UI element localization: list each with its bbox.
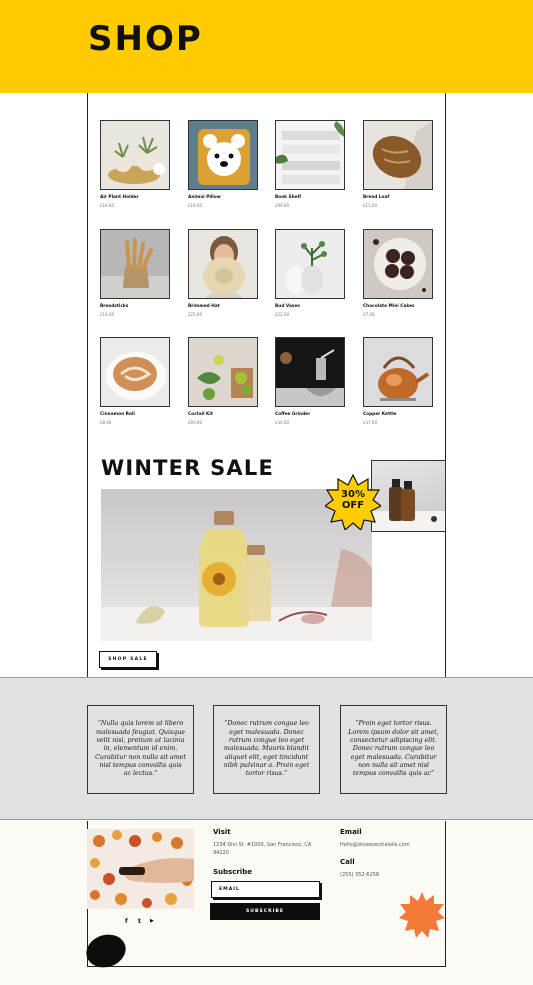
product-image-animal-pillow[interactable] [188,120,258,190]
black-blob-decoration [86,934,126,968]
product-image-cinnamon-roll[interactable] [100,337,170,407]
product-price: £30.00 [275,420,289,426]
twitter-icon[interactable]: t [138,919,141,925]
product-name[interactable]: Bread Loaf [363,195,433,200]
footer-image [87,829,194,909]
subscribe-heading: Subscribe [213,868,252,876]
product-price: £22.00 [275,312,289,318]
product-card[interactable]: Cinnamon Roll £8.00 [100,337,170,425]
product-name[interactable]: Breadsticks [100,304,170,309]
product-price: £25.00 [188,312,202,318]
product-image-coctail-kit[interactable] [188,337,258,407]
sale-side-image [371,460,446,532]
facebook-icon[interactable]: f [125,919,128,925]
product-price: £37.00 [363,420,377,426]
badge-percent: 30% [341,489,365,500]
product-image-chocolate-mini-cakes[interactable] [363,229,433,299]
header-banner [0,0,533,93]
product-price: £99.00 [275,203,289,209]
product-image-air-plant-holder[interactable] [100,120,170,190]
product-name[interactable]: Cinnamon Roll [100,412,170,417]
discount-badge: 30% OFF [323,473,383,532]
product-card[interactable]: Air Plant Holder £16.00 [100,120,170,208]
testimonial-quote: “Donec rutrum congue leo eget malesuada.… [223,720,310,778]
testimonials-section: “Nulla quis lorem ut libero malesuada fe… [0,677,533,820]
testimonial-quote: “Nulla quis lorem ut libero malesuada fe… [95,720,186,778]
product-card[interactable]: Coctail Kit £60.00 [188,337,258,425]
product-name[interactable]: Book Shelf [275,195,345,200]
email-field[interactable]: EMAIL [211,881,320,898]
product-image-bud-vases[interactable] [275,229,345,299]
visit-address: 1234 Divi St. #1000, San Francisco, CA 9… [213,842,312,856]
subscribe-button[interactable]: SUBSCRIBE [210,903,320,920]
product-price: £7.00 [363,312,375,318]
shop-sale-button[interactable]: SHOP SALE [99,651,157,668]
youtube-icon[interactable]: ▶ [150,919,154,924]
product-card[interactable]: Coffee Grinder £30.00 [275,337,345,425]
visit-heading: Visit [213,828,231,836]
product-card[interactable]: Book Shelf £99.00 [275,120,345,208]
testimonial-card: “Proin eget tortor risus. Lorem ipsum do… [340,705,447,794]
product-image-brimmed-hat[interactable] [188,229,258,299]
product-image-copper-kettle[interactable] [363,337,433,407]
product-card[interactable]: Bread Loaf £12.00 [363,120,433,208]
product-name[interactable]: Bud Vases [275,304,345,309]
badge-off: OFF [341,499,365,511]
product-name[interactable]: Animal Pillow [188,195,258,200]
product-name[interactable]: Copper Kettle [363,412,433,417]
product-price: £14.00 [100,312,114,318]
product-price: £60.00 [188,420,202,426]
testimonial-card: “Nulla quis lorem ut libero malesuada fe… [87,705,194,794]
testimonial-quote: “Proin eget tortor risus. Lorem ipsum do… [348,720,439,778]
testimonial-card: “Donec rutrum congue leo eget malesuada.… [213,705,320,794]
sale-heading: WINTER SALE [101,456,275,480]
email-address-link[interactable]: Hello@diviessentialoils.com [340,841,410,849]
product-image-breadsticks[interactable] [100,229,170,299]
product-price: £16.00 [100,203,114,209]
product-price: £8.00 [100,420,112,426]
product-card[interactable]: Animal Pillow £18.00 [188,120,258,208]
call-heading: Call [340,858,355,866]
product-card[interactable]: Breadsticks £14.00 [100,229,170,317]
product-card[interactable]: Chocolate Mini Cakes £7.00 [363,229,433,317]
page-title: SHOP [88,19,203,59]
orange-starburst-decoration [399,892,445,938]
product-card[interactable]: Brimmed Hat £25.00 [188,229,258,317]
product-name[interactable]: Brimmed Hat [188,304,258,309]
product-card[interactable]: Copper Kettle £37.00 [363,337,433,425]
product-image-bread-loaf[interactable] [363,120,433,190]
product-name[interactable]: Air Plant Holder [100,195,170,200]
product-price: £18.00 [188,203,202,209]
product-card[interactable]: Bud Vases £22.00 [275,229,345,317]
product-image-coffee-grinder[interactable] [275,337,345,407]
product-name[interactable]: Coffee Grinder [275,412,345,417]
phone-number[interactable]: (255) 352-6258 [340,871,379,879]
product-name[interactable]: Chocolate Mini Cakes [363,304,433,309]
email-heading: Email [340,828,362,836]
product-price: £12.00 [363,203,377,209]
footer-divider [87,966,446,967]
product-name[interactable]: Coctail Kit [188,412,258,417]
product-image-book-shelf[interactable] [275,120,345,190]
